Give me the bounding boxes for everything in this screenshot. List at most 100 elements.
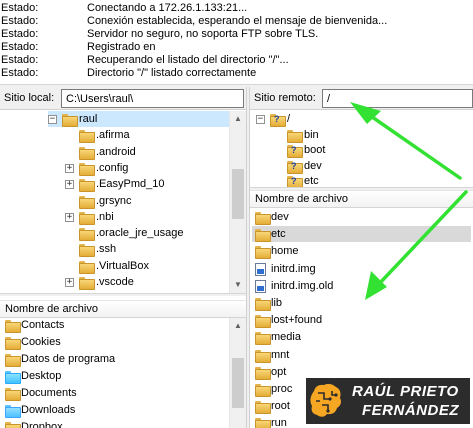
desktop-icon (5, 371, 21, 384)
log-message: Registrado en (87, 41, 156, 53)
folder-icon (79, 211, 95, 225)
collapse-icon[interactable]: − (48, 115, 57, 124)
list-item[interactable]: Contacts (2, 317, 227, 333)
tree-item-label: .android (96, 145, 136, 158)
log-status-label: Estado: (1, 28, 39, 40)
list-item-label: home (271, 245, 299, 258)
tree-item-label: dev (304, 159, 322, 172)
list-item[interactable]: Dropbox (2, 419, 227, 428)
scroll-thumb[interactable] (232, 169, 244, 219)
message-log: Estado: Conectando a 172.26.1.133:21... Es… (0, 0, 473, 84)
list-item-label: lost+found (271, 314, 323, 327)
tree-item-label: .VirtualBox (96, 259, 149, 272)
tree-item[interactable]: −? / (256, 111, 473, 127)
downloads-icon (5, 405, 21, 418)
brain-icon (310, 383, 341, 417)
log-message: Directorio "/" listado correctamente (87, 67, 257, 79)
list-item[interactable]: initrd.img (252, 261, 471, 277)
folder-icon (79, 260, 95, 274)
folder-icon (255, 229, 271, 243)
expand-icon[interactable]: + (65, 278, 74, 287)
collapse-icon[interactable]: − (256, 115, 265, 124)
remote-path-input[interactable] (322, 89, 473, 108)
tree-item-label: .oracle_jre_usage (96, 227, 184, 240)
list-item[interactable]: home (252, 243, 471, 260)
log-message: Recuperando el listado del directorio "/… (87, 54, 289, 66)
folder-icon (255, 401, 271, 415)
tree-item-label: .config (96, 161, 129, 174)
scroll-up-icon[interactable]: ▲ (230, 111, 246, 127)
tree-item[interactable]: + .config (65, 160, 229, 176)
tree-item[interactable]: .afirma (65, 127, 229, 144)
scroll-up-icon[interactable]: ▲ (230, 318, 246, 334)
expand-icon[interactable]: + (65, 212, 74, 222)
folder-icon (5, 388, 21, 401)
tree-item[interactable]: .android (65, 144, 229, 160)
log-status-label: Estado: (1, 15, 39, 27)
list-item-label: mnt (271, 348, 290, 361)
list-item[interactable]: Documents (2, 385, 227, 401)
local-list-scrollbar[interactable]: ▲ (229, 318, 246, 428)
tree-item-label: .ssh (96, 243, 117, 256)
folder-icon (255, 418, 271, 428)
list-item[interactable]: Datos de programa (2, 351, 227, 367)
tree-item-label: etc (304, 175, 319, 187)
tree-item[interactable]: + .EasyPmd_10 (65, 176, 229, 193)
scroll-down-icon[interactable]: ▼ (230, 277, 246, 293)
tree-item[interactable]: ? etc (273, 173, 473, 187)
tree-item[interactable]: ? boot (273, 142, 473, 159)
list-item-label: Documents (21, 387, 77, 399)
log-status-label: Estado: (1, 2, 39, 14)
folder-icon (79, 130, 95, 144)
tree-item-label: .EasyPmd_10 (96, 178, 165, 191)
folder-icon (287, 129, 303, 143)
tree-item[interactable]: − raul (48, 111, 229, 127)
folder-icon (255, 349, 271, 363)
user-folder-icon (62, 114, 78, 127)
tree-item[interactable]: + .vscode (65, 274, 229, 290)
tree-item-label: boot (304, 144, 326, 157)
local-site-label: Sitio local: (4, 92, 55, 104)
list-item[interactable]: Cookies (2, 334, 227, 350)
list-item[interactable]: dev (252, 209, 471, 225)
folder-icon (255, 384, 271, 397)
scroll-thumb[interactable] (232, 358, 244, 408)
question-mark-icon: ? (291, 145, 297, 156)
logo-name-line1: RAÚL PRIETO (352, 383, 459, 400)
local-path-input[interactable] (61, 89, 244, 108)
list-item[interactable]: Downloads (2, 402, 227, 418)
list-item-label: Datos de programa (21, 353, 116, 365)
tree-item[interactable]: .VirtualBox (65, 258, 229, 274)
question-mark-icon: ? (274, 114, 280, 124)
tree-item[interactable]: .ssh (65, 241, 229, 258)
expand-icon[interactable]: + (65, 180, 74, 190)
folder-icon (79, 146, 95, 160)
log-status-label: Estado: (1, 41, 39, 53)
tree-item[interactable]: bin (273, 127, 473, 143)
expand-icon[interactable]: + (65, 163, 74, 173)
folder-icon (255, 246, 271, 260)
list-item[interactable]: mnt (252, 347, 471, 363)
tree-item[interactable]: + .nbi (65, 209, 229, 225)
unknown-folder-icon: ? (287, 160, 303, 174)
list-item-label: Desktop (21, 370, 62, 382)
folder-icon (5, 354, 21, 367)
tree-item-label: .afirma (96, 129, 130, 142)
remote-list-header[interactable]: Nombre de archivo (250, 190, 473, 208)
tree-item-label: .grsync (96, 194, 132, 207)
list-item[interactable]: lib (252, 295, 471, 311)
local-file-list: Nombre de archivo Contacts Cookies Datos d… (0, 296, 246, 428)
local-tree-scrollbar[interactable]: ▲ ▼ (229, 111, 246, 293)
tree-item[interactable]: .oracle_jre_usage (65, 225, 229, 242)
list-item[interactable]: initrd.img.old (252, 278, 471, 294)
local-list-header[interactable]: Nombre de archivo (0, 300, 246, 318)
list-item[interactable]: lost+found (252, 312, 471, 329)
folder-icon (5, 320, 21, 333)
list-item[interactable]: Desktop (2, 368, 227, 384)
tree-item[interactable]: .grsync (65, 193, 229, 209)
tree-item[interactable]: ? dev (273, 158, 473, 174)
list-item[interactable]: media (252, 329, 471, 346)
list-item[interactable]: etc (252, 226, 471, 243)
list-item-label: Dropbox (21, 421, 63, 428)
unknown-folder-icon: ? (287, 176, 303, 187)
